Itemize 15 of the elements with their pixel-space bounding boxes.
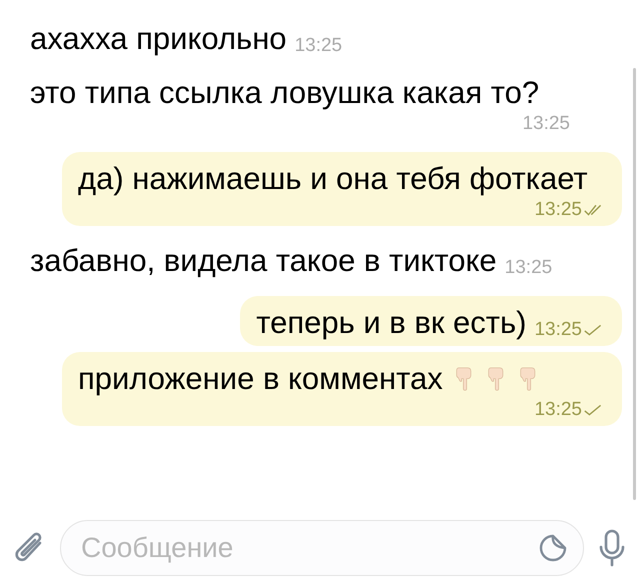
message-text: забавно, видела такое в тиктоке <box>30 242 497 280</box>
message-time: 13:25 <box>294 34 342 58</box>
message-field[interactable]: Сообщение <box>60 520 584 576</box>
message-text: да) нажимаешь и она тебя фоткает <box>78 160 588 198</box>
message-time: 13:25 <box>534 318 582 342</box>
message-text: приложение в комментах <box>78 360 443 398</box>
message-time: 13:25 <box>534 398 582 422</box>
message-text: это типа ссылка ловушка какая то? <box>30 74 540 112</box>
message-text: ахахха прикольно <box>30 20 287 58</box>
message-time: 13:25 <box>522 112 570 136</box>
message-time: 13:25 <box>504 256 552 280</box>
sticker-icon[interactable] <box>538 533 568 563</box>
message-text: теперь и в вк есть) <box>256 304 526 342</box>
message-time: 13:25 <box>534 198 582 222</box>
microphone-icon[interactable] <box>598 529 626 567</box>
